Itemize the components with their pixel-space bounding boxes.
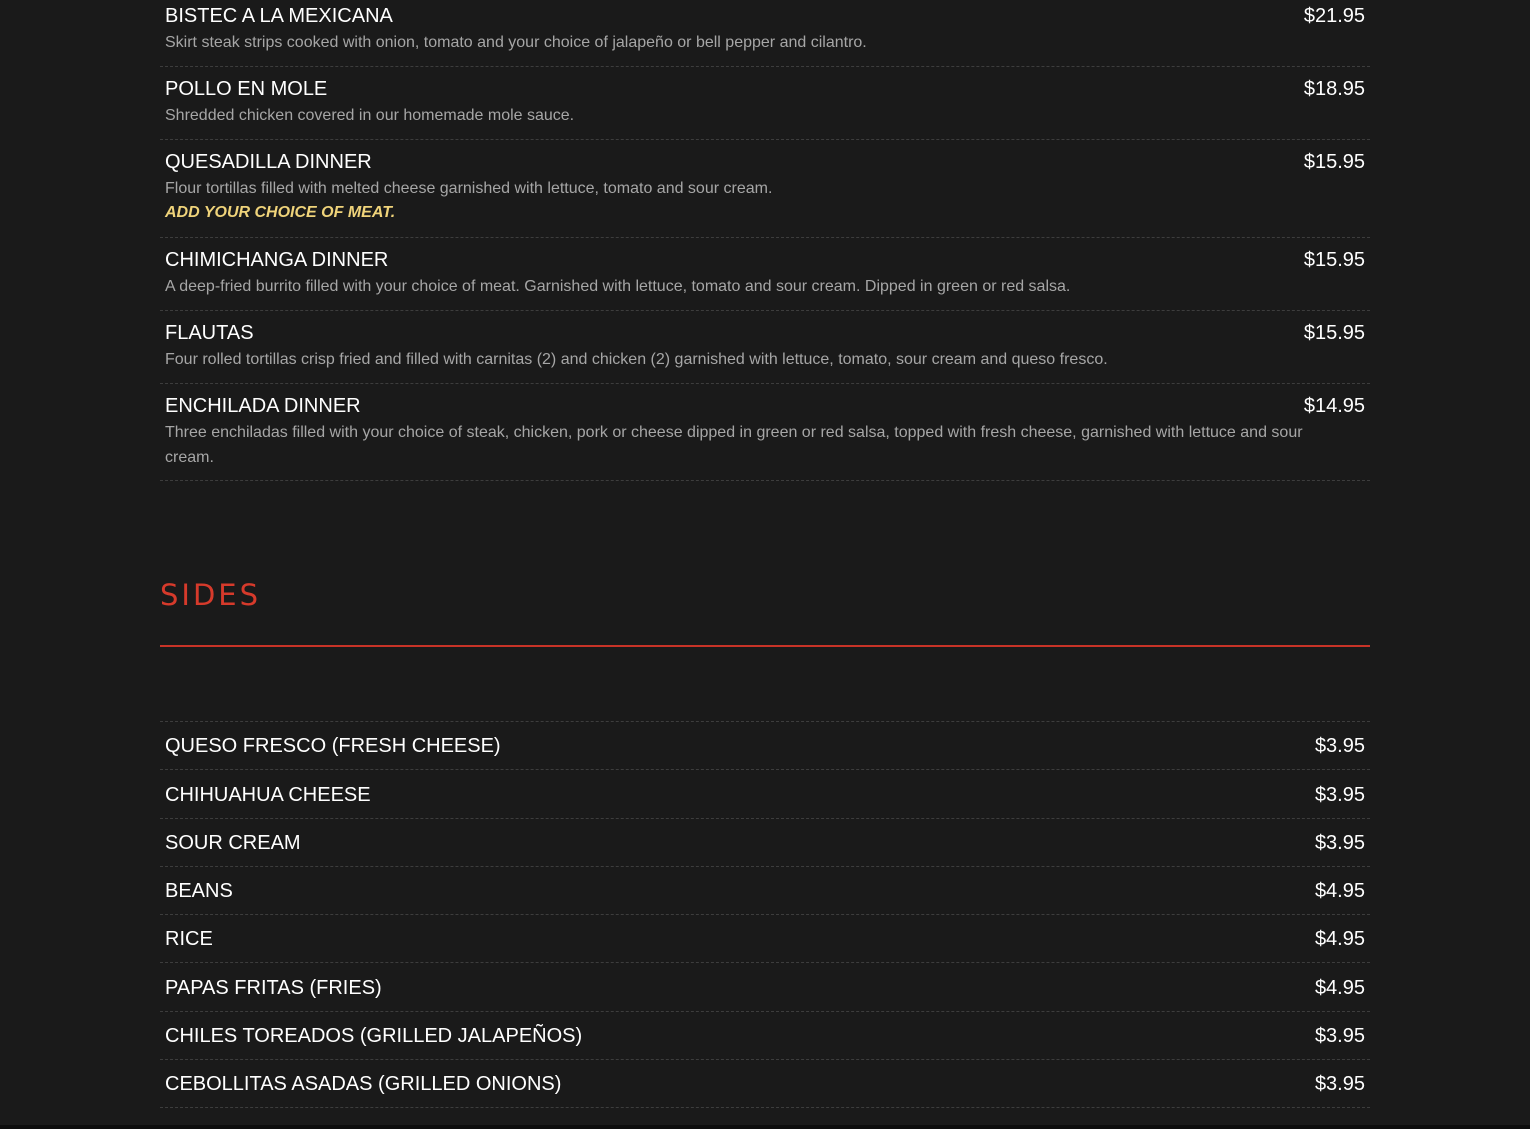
item-price: $15.95	[1303, 151, 1365, 173]
side-item-papas-fritas: PAPAS FRITAS (FRIES) $4.95	[160, 964, 1370, 1012]
item-price: $3.95	[1314, 784, 1365, 806]
item-name: BEANS	[165, 880, 233, 902]
item-price: $4.95	[1314, 880, 1365, 902]
item-description: Flour tortillas filled with melted chees…	[165, 180, 773, 197]
item-price: $15.95	[1303, 249, 1365, 271]
item-note: ADD YOUR CHOICE OF MEAT.	[165, 204, 396, 221]
item-description: Four rolled tortillas crisp fried and fi…	[165, 351, 1108, 368]
section-divider	[160, 645, 1370, 647]
item-name: RICE	[165, 928, 213, 950]
side-item-chiles-toreados: CHILES TOREADOS (GRILLED JALAPEÑOS) $3.9…	[160, 1012, 1370, 1060]
menu-page: BISTEC A LA MEXICANA $21.95 Skirt steak …	[0, 0, 1530, 1125]
menu-item-bistec: BISTEC A LA MEXICANA $21.95 Skirt steak …	[160, 0, 1370, 67]
item-price: $18.95	[1303, 78, 1365, 100]
item-name: CHILES TOREADOS (GRILLED JALAPEÑOS)	[165, 1025, 583, 1047]
item-price: $3.95	[1314, 832, 1365, 854]
menu-item-chimichanga-dinner: CHIMICHANGA DINNER $15.95 A deep-fried b…	[160, 238, 1370, 311]
item-description: Skirt steak strips cooked with onion, to…	[165, 34, 867, 51]
item-name: SOUR CREAM	[165, 832, 301, 854]
item-price: $4.95	[1314, 977, 1365, 999]
item-price: $21.95	[1303, 5, 1365, 27]
item-name: FLAUTAS	[165, 322, 254, 344]
menu-item-quesadilla-dinner: QUESADILLA DINNER $15.95 Flour tortillas…	[160, 140, 1370, 238]
side-item-sour-cream: SOUR CREAM $3.95	[160, 819, 1370, 867]
item-description: Shredded chicken covered in our homemade…	[165, 107, 575, 124]
menu-item-flautas: FLAUTAS $15.95 Four rolled tortillas cri…	[160, 311, 1370, 384]
side-item-queso-fresco: QUESO FRESCO (FRESH CHEESE) $3.95	[160, 722, 1370, 770]
item-price: $14.95	[1303, 395, 1365, 417]
side-item-cebollitas-asadas: CEBOLLITAS ASADAS (GRILLED ONIONS) $3.95	[160, 1060, 1370, 1108]
item-price: $3.95	[1314, 1073, 1365, 1095]
side-item-beans: BEANS $4.95	[160, 867, 1370, 915]
item-price: $3.95	[1314, 735, 1365, 757]
item-name: QUESADILLA DINNER	[165, 151, 372, 173]
item-name: CEBOLLITAS ASADAS (GRILLED ONIONS)	[165, 1073, 562, 1095]
page-footer-edge	[0, 1125, 1530, 1129]
item-name: POLLO EN MOLE	[165, 78, 328, 100]
item-description: A deep-fried burrito filled with your ch…	[165, 278, 1071, 295]
section-title-sides: SIDES	[160, 578, 262, 612]
menu-item-pollo-en-mole: POLLO EN MOLE $18.95 Shredded chicken co…	[160, 67, 1370, 140]
item-name: PAPAS FRITAS (FRIES)	[165, 977, 382, 999]
side-item-chihuahua-cheese: CHIHUAHUA CHEESE $3.95	[160, 771, 1370, 819]
item-price: $3.95	[1314, 1025, 1365, 1047]
item-name: CHIMICHANGA DINNER	[165, 249, 389, 271]
item-name: BISTEC A LA MEXICANA	[165, 5, 393, 27]
item-name: CHIHUAHUA CHEESE	[165, 784, 371, 806]
item-price: $15.95	[1303, 322, 1365, 344]
menu-item-enchilada-dinner: ENCHILADA DINNER $14.95 Three enchiladas…	[160, 384, 1370, 481]
side-item-rice: RICE $4.95	[160, 915, 1370, 963]
item-description: Three enchiladas filled with your choice…	[165, 424, 1303, 466]
item-price: $4.95	[1314, 928, 1365, 950]
item-name: QUESO FRESCO (FRESH CHEESE)	[165, 735, 501, 757]
item-name: ENCHILADA DINNER	[165, 395, 361, 417]
